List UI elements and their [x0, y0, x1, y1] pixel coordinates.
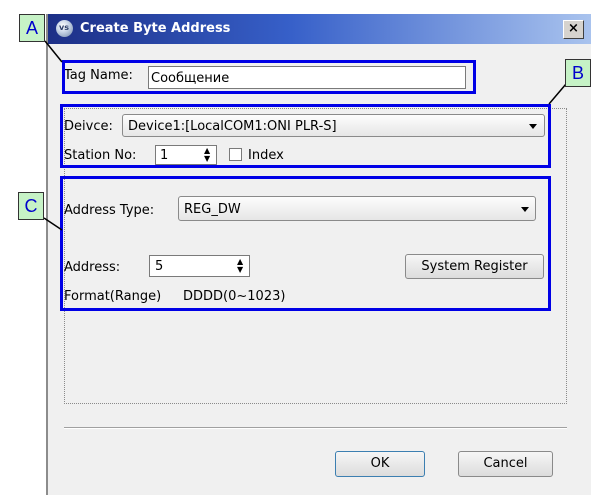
highlight-box-b: [60, 104, 551, 168]
dialog-title: Create Byte Address: [80, 21, 231, 36]
close-button[interactable]: ×: [563, 20, 584, 39]
callout-a: A: [19, 14, 45, 42]
window-left-edge: [46, 14, 48, 495]
separator: [64, 427, 567, 429]
callout-c: C: [18, 192, 44, 220]
title-bar[interactable]: vs Create Byte Address ×: [46, 14, 591, 44]
callout-b: B: [565, 59, 591, 87]
app-icon: vs: [56, 20, 73, 37]
cancel-button[interactable]: Cancel: [458, 451, 553, 477]
highlight-box-a: [62, 60, 476, 94]
highlight-box-c: [60, 176, 551, 311]
ok-button[interactable]: OK: [335, 451, 425, 477]
